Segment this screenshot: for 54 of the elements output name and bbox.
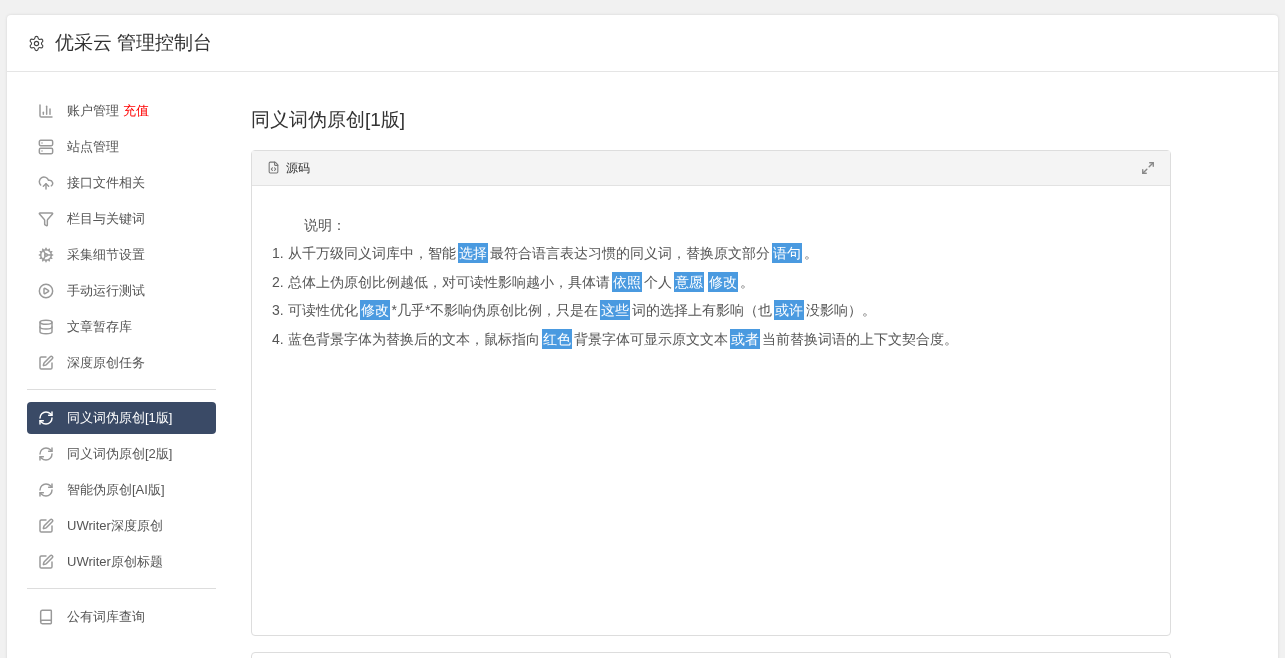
sidebar-label: 接口文件相关 — [67, 174, 145, 193]
sidebar-label: 栏目与关键词 — [67, 210, 145, 229]
cloud-upload-icon — [38, 175, 54, 191]
bar-chart-icon — [38, 103, 54, 119]
sidebar-label: UWriter原创标题 — [67, 553, 163, 572]
sidebar-item[interactable]: 账户管理 充值 — [27, 95, 216, 127]
description-line: 4. 蓝色背景字体为替换后的文本，鼠标指向 红色 背景字体可显示原文文本 或者 当前替换词语的上下文契合度。 — [272, 327, 958, 351]
sidebar-label: 文章暂存库 — [67, 318, 132, 337]
description-heading: 说明： — [303, 215, 346, 235]
sidebar-item[interactable]: 同义词伪原创[1版] — [27, 402, 216, 434]
sidebar-label: 账户管理 — [67, 102, 119, 121]
description-line: 1. 从千万级同义词库中，智能 选择 最符合语言表达习惯的同义词，替换原文部分 语句 。 — [272, 242, 818, 265]
sidebar-item[interactable]: UWriter深度原创 — [27, 510, 216, 542]
sidebar-item[interactable]: 手动运行测试 — [27, 275, 216, 307]
refresh-icon — [38, 446, 54, 462]
fullscreen-icon[interactable] — [1141, 160, 1155, 175]
edit-icon — [38, 554, 54, 570]
description-line: 2. 总体上伪原创比例越低，对可读性影响越小，具体请 依照 个人 意愿 修改 。 — [272, 270, 754, 294]
sidebar-item[interactable]: 深度原创任务 — [27, 347, 216, 379]
settings-icon — [28, 34, 45, 52]
sidebar-label: 站点管理 — [67, 138, 119, 157]
sidebar-item[interactable]: 公有词库查询 — [27, 601, 216, 633]
sidebar-item[interactable]: 接口文件相关 — [27, 167, 216, 199]
sidebar-label: 公有词库查询 — [67, 608, 145, 627]
filter-icon — [38, 211, 54, 227]
sidebar-item[interactable]: 智能伪原创[AI版] — [27, 474, 216, 506]
sidebar-label: 手动运行测试 — [67, 282, 145, 301]
description-line: 3. 可读性优化 修改 *几乎*不影响伪原创比例，只是在 这些 词的选择上有影响（也 或许 没影响）。 — [272, 299, 877, 322]
sidebar-item[interactable]: 同义词伪原创[2版] — [27, 438, 216, 470]
sidebar-label: 采集细节设置 — [67, 246, 145, 265]
sidebar-item[interactable]: 文章暂存库 — [27, 311, 216, 343]
refresh-icon — [38, 410, 54, 426]
sidebar-item[interactable]: 采集细节设置 — [27, 239, 216, 271]
gears-icon — [38, 247, 54, 263]
play-icon — [38, 283, 54, 299]
sidebar-item[interactable]: UWriter原创标题 — [27, 546, 216, 578]
code-file-icon — [267, 161, 280, 174]
sidebar-label: UWriter深度原创 — [67, 517, 163, 536]
sidebar-item[interactable]: 站点管理 — [27, 131, 216, 163]
page-title: 同义词伪原创[1版] — [251, 108, 407, 132]
server-icon — [38, 139, 54, 155]
recharge-link[interactable]: 充值 — [123, 101, 149, 121]
sidebar-item[interactable]: 栏目与关键词 — [27, 203, 216, 235]
edit-icon — [38, 355, 54, 371]
book-icon — [38, 609, 54, 625]
edit-icon — [38, 518, 54, 534]
sidebar-label: 同义词伪原创[2版] — [67, 445, 173, 464]
refresh-icon — [38, 482, 54, 498]
database-icon — [38, 319, 54, 335]
sidebar-label: 同义词伪原创[1版] — [67, 409, 173, 428]
sidebar-label: 智能伪原创[AI版] — [67, 481, 165, 500]
sidebar-label: 深度原创任务 — [67, 354, 145, 373]
console-title: 优采云 管理控制台 — [55, 30, 213, 55]
source-tab[interactable]: 源码 — [286, 158, 310, 177]
